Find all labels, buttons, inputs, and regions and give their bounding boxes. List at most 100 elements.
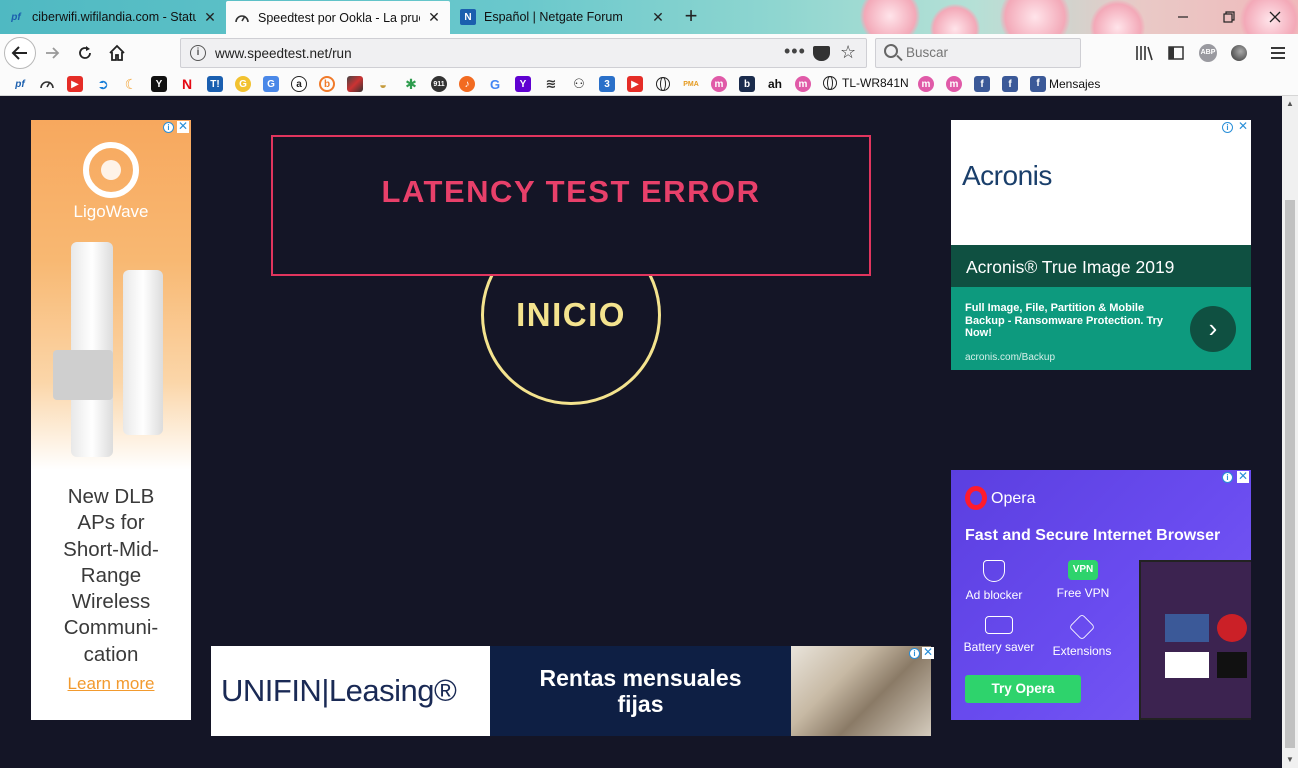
bookmark-translate-icon[interactable]: G — [263, 76, 279, 92]
chevron-right-icon[interactable]: › — [1190, 306, 1236, 352]
hamburger-menu-icon[interactable] — [1266, 42, 1290, 64]
bookmark-pink-m-icon[interactable]: m — [711, 76, 727, 92]
shield-icon — [983, 560, 1005, 582]
start-test-label[interactable]: INICIO — [481, 296, 661, 334]
adchoices-icon[interactable]: i — [1222, 472, 1233, 483]
tab-pfsense[interactable]: pf ciberwifi.wifilandia.com - Status ✕ — [0, 2, 226, 32]
bookmark-orange-swirl-icon[interactable]: ☾ — [123, 76, 139, 92]
ad-tagline: Rentas mensuales fijas — [490, 665, 791, 717]
bookmark-y-icon[interactable]: Y — [151, 76, 167, 92]
close-ad-icon[interactable]: ✕ — [922, 646, 934, 659]
bookmark-css-icon[interactable]: 3 — [599, 76, 615, 92]
scroll-up-arrow-icon[interactable]: ▲ — [1282, 96, 1298, 112]
bookmark-coin-icon[interactable]: G — [235, 76, 251, 92]
bookmark-pma-icon[interactable]: PMA — [683, 76, 699, 92]
url-text[interactable]: www.speedtest.net/run — [215, 46, 352, 61]
ad-copy: New DLB APs for Short-Mid- Range Wireles… — [31, 484, 191, 668]
ad-copy-line: Short-Mid- — [63, 537, 159, 561]
minimize-button[interactable] — [1160, 0, 1206, 34]
new-tab-button[interactable]: + — [678, 4, 704, 30]
bookmark-mensajes[interactable]: f Mensajes — [1030, 76, 1100, 92]
search-input[interactable] — [906, 45, 1066, 60]
nyt-tile — [1217, 652, 1247, 678]
site-info-icon[interactable]: i — [190, 45, 206, 61]
url-bar[interactable]: i www.speedtest.net/run ••• ☆ — [180, 38, 867, 68]
bookmark-youtube-icon[interactable]: ▶ — [67, 76, 83, 92]
close-ad-icon[interactable]: ✕ — [1237, 120, 1249, 133]
adchoices-icon[interactable]: i — [909, 648, 920, 659]
scroll-down-arrow-icon[interactable]: ▼ — [1282, 752, 1298, 768]
bookmark-globe-icon[interactable] — [655, 76, 671, 92]
ad-copy-line: New DLB — [67, 485, 155, 508]
bookmark-911-icon[interactable]: 911 — [431, 76, 447, 92]
bookmark-people-icon[interactable]: ⚇ — [571, 76, 587, 92]
reload-button[interactable] — [70, 38, 100, 68]
bookmark-b-icon[interactable]: b — [739, 76, 755, 92]
bookmark-facebook-icon[interactable]: f — [974, 76, 990, 92]
bookmark-yahoo-icon[interactable]: Y — [515, 76, 531, 92]
close-tab-icon[interactable]: ✕ — [426, 9, 442, 26]
tab-speedtest[interactable]: Speedtest por Ookla - La prueba ✕ — [226, 1, 450, 34]
ad-domain[interactable]: acronis.com/Backup — [965, 352, 1055, 363]
sidebar-icon[interactable] — [1164, 42, 1188, 64]
forward-button[interactable] — [38, 38, 68, 68]
tab-title: Español | Netgate Forum — [484, 10, 623, 24]
globe-icon — [823, 76, 837, 90]
close-window-button[interactable] — [1252, 0, 1298, 34]
feature-label: Battery saver — [963, 640, 1035, 654]
bookmark-blue-arrow-icon[interactable]: ➲ — [95, 76, 111, 92]
restore-button[interactable] — [1206, 0, 1252, 34]
bookmark-pink-m-3-icon[interactable]: m — [918, 76, 934, 92]
bookmark-chart-icon[interactable]: ≋ — [543, 76, 559, 92]
scrollbar-thumb[interactable] — [1285, 200, 1295, 748]
unifin-ad[interactable]: UNIFIN|Leasing® Rentas mensuales fijas — [211, 646, 931, 736]
bookmark-google-icon[interactable]: G — [487, 76, 503, 92]
battery-icon — [985, 616, 1013, 634]
opera-ad[interactable]: Opera Fast and Secure Internet Browser A… — [951, 470, 1251, 720]
adblock-plus-icon[interactable]: ABP — [1196, 42, 1220, 64]
library-icon[interactable] — [1132, 42, 1156, 64]
ad-copy-line: Range — [80, 563, 142, 587]
close-tab-icon[interactable]: ✕ — [202, 9, 218, 26]
back-button[interactable] — [4, 37, 36, 69]
bookmark-speedtest-icon[interactable] — [39, 76, 55, 92]
bookmark-facebook-2-icon[interactable]: f — [1002, 76, 1018, 92]
tab-netgate-forum[interactable]: N Español | Netgate Forum ✕ — [452, 2, 674, 32]
bookmarks-toolbar: pf ▶ ➲ ☾ Y N T! G G a b ◒ ✱ 911 ♪ G Y ≋ … — [0, 72, 1298, 96]
bookmark-star-multicolor-icon[interactable]: ✱ — [403, 76, 419, 92]
opera-brand: Opera — [991, 490, 1036, 507]
cube-icon — [1068, 613, 1096, 641]
tab-title: Speedtest por Ookla - La prueba — [258, 10, 420, 25]
bookmark-label: Mensajes — [1049, 77, 1101, 91]
bookmark-youtube-2-icon[interactable]: ▶ — [627, 76, 643, 92]
close-tab-icon[interactable]: ✕ — [650, 9, 666, 26]
close-ad-icon[interactable]: ✕ — [177, 120, 189, 133]
bookmark-star-icon[interactable]: ☆ — [840, 42, 856, 63]
bookmark-amazon-icon[interactable]: a — [291, 76, 307, 92]
search-bar[interactable] — [875, 38, 1081, 68]
home-button[interactable] — [102, 38, 132, 68]
bookmark-tplink[interactable]: TL-WR841N — [823, 76, 909, 90]
bookmark-netflix-icon[interactable]: N — [179, 76, 195, 92]
bookmark-pink-m-2-icon[interactable]: m — [795, 76, 811, 92]
extension-icon[interactable] — [1227, 42, 1251, 64]
bookmark-image-icon[interactable] — [347, 76, 363, 92]
bookmark-pfsense-icon[interactable]: pf — [12, 76, 28, 92]
adchoices-icon[interactable]: i — [163, 122, 174, 133]
page-scrollbar[interactable]: ▲ ▼ — [1282, 96, 1298, 768]
learn-more-link[interactable]: Learn more — [31, 674, 191, 694]
bookmark-ah-icon[interactable]: ah — [767, 76, 783, 92]
bookmark-music-icon[interactable]: ♪ — [459, 76, 475, 92]
bookmark-pink-m-4-icon[interactable]: m — [946, 76, 962, 92]
close-ad-icon[interactable]: ✕ — [1237, 470, 1249, 483]
acronis-ad[interactable]: Acronis Acronis® True Image 2019 Full Im… — [951, 120, 1251, 370]
adchoices-icon[interactable]: i — [1222, 122, 1233, 133]
pocket-icon[interactable] — [813, 46, 830, 61]
bookmark-bowl-icon[interactable]: ◒ — [375, 76, 391, 92]
page-actions-icon[interactable]: ••• — [784, 41, 806, 62]
bookmark-orange-b-icon[interactable]: b — [319, 76, 335, 92]
try-opera-button[interactable]: Try Opera — [965, 675, 1081, 703]
ad-copy-line: Wireless — [71, 590, 151, 614]
bookmark-t-icon[interactable]: T! — [207, 76, 223, 92]
ligowave-ad[interactable]: LigoWave New DLB APs for Short-Mid- Rang… — [31, 120, 191, 720]
